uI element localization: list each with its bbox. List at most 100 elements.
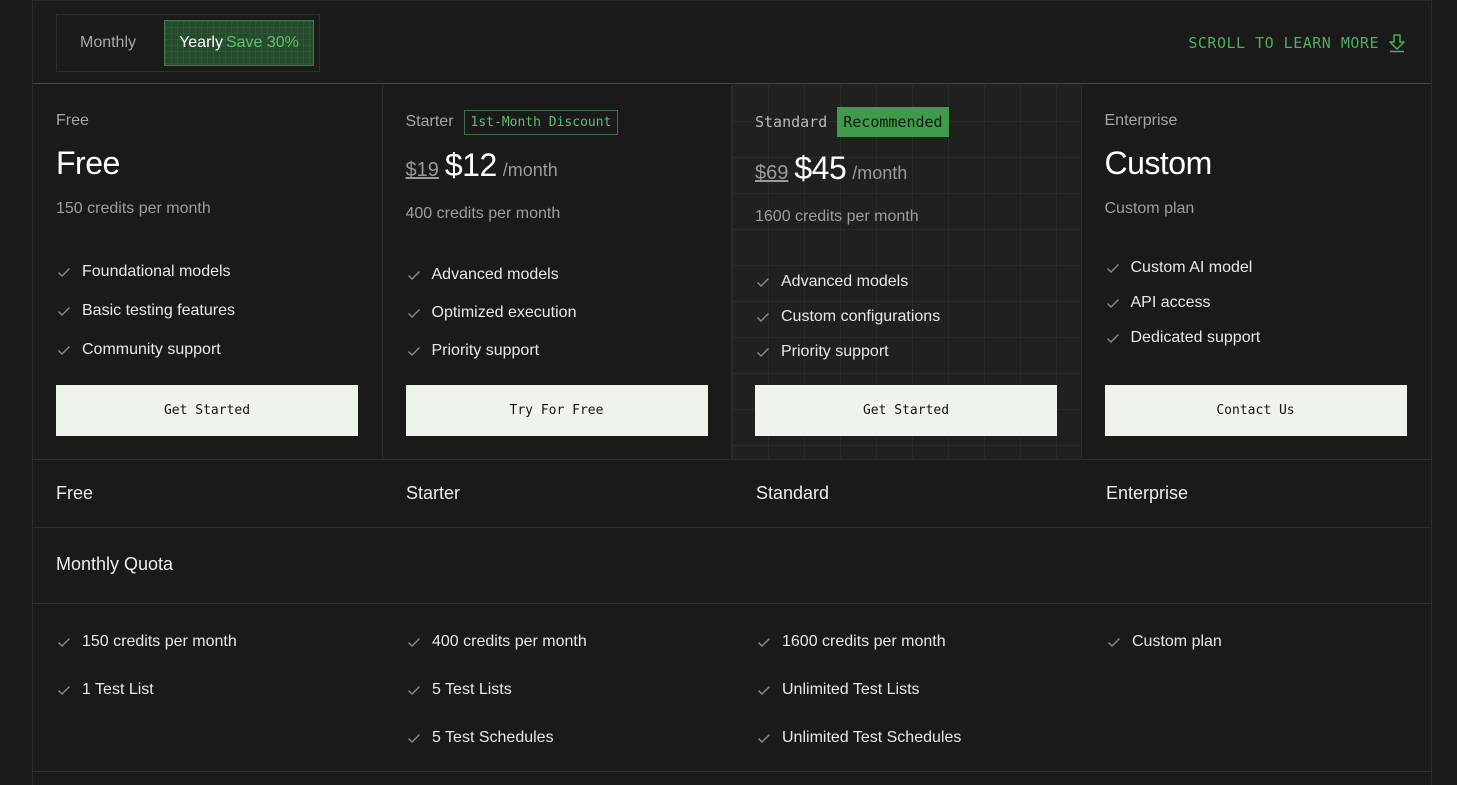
old-price: $69 — [755, 162, 789, 184]
plan-price: $69 $45 /month — [755, 150, 907, 187]
plan-tier-label: Standard — [755, 113, 828, 131]
check-icon — [1106, 298, 1119, 308]
monthly-quota-details: 150 credits per month 1 Test List 400 cr… — [33, 604, 1431, 772]
discount-badge: 1st-Month Discount — [463, 109, 619, 135]
check-icon — [58, 306, 70, 316]
check-icon — [408, 734, 420, 743]
plan-card-free: Free Free 150 credits per month Foundati… — [33, 85, 383, 459]
pricing-frame: Monthly Yearly Save 30% SCROLL TO LEARN M… — [32, 0, 1432, 785]
quota-list-standard: 1600 credits per month Unlimited Test Li… — [756, 622, 961, 766]
yearly-label: Yearly — [179, 34, 223, 51]
check-icon — [58, 638, 70, 647]
feature-item: Dedicated support — [1105, 320, 1261, 355]
feature-label: Priority support — [781, 342, 889, 360]
list-item-label: 5 Test Lists — [432, 681, 512, 698]
arrow-down-icon — [1389, 34, 1405, 53]
scroll-hint-label: SCROLL TO LEARN MORE — [1188, 34, 1379, 52]
feature-label: Foundational models — [82, 263, 231, 280]
list-item: Unlimited Test Schedules — [756, 710, 961, 766]
feature-item: Custom configurations — [755, 299, 940, 334]
list-item-label: 400 credits per month — [432, 633, 587, 650]
feature-label: Advanced models — [781, 272, 909, 290]
try-for-free-button[interactable]: Try For Free — [405, 385, 708, 436]
price-value: Custom — [1104, 145, 1213, 181]
check-icon — [407, 271, 420, 280]
yearly-save-label: Save 30% — [225, 34, 299, 51]
feature-list: Advanced models Optimized execution Prio… — [406, 256, 577, 370]
check-icon — [58, 686, 70, 695]
feature-item: Advanced models — [755, 264, 940, 299]
feature-label: Priority support — [431, 342, 540, 359]
check-icon — [407, 309, 420, 318]
price-value: $12 — [444, 147, 497, 183]
feature-label: Advanced models — [431, 266, 559, 283]
plan-price: Custom — [1104, 145, 1213, 182]
plan-tier-label: Free — [56, 112, 89, 129]
plan-cards: Free Free 150 credits per month Foundati… — [33, 85, 1431, 460]
comparison-column-starter: Starter — [406, 483, 461, 503]
quota-list-enterprise: Custom plan — [1106, 622, 1222, 670]
monthly-quota-section: Monthly Quota — [33, 528, 1431, 604]
feature-list: Advanced models Custom configurations Pr… — [755, 264, 940, 369]
list-item: 5 Test Schedules — [406, 710, 587, 766]
check-icon — [757, 277, 769, 287]
check-icon — [408, 686, 420, 695]
feature-label: Community support — [82, 340, 221, 358]
check-icon — [1106, 333, 1119, 343]
list-item-label: 1 Test List — [82, 681, 154, 698]
list-item-label: 150 credits per month — [82, 633, 237, 650]
yearly-toggle-button[interactable]: Yearly Save 30% — [164, 20, 314, 66]
price-period: /month — [502, 160, 558, 180]
list-item-label: Unlimited Test Schedules — [782, 729, 962, 746]
plan-card-enterprise: Enterprise Custom Custom plan Custom AI … — [1082, 85, 1432, 459]
list-item: 1 Test List — [56, 662, 237, 718]
check-icon — [757, 312, 769, 322]
feature-item: Advanced models — [406, 256, 577, 294]
section-title: Monthly Quota — [56, 554, 174, 574]
recommended-badge: Recommended — [837, 107, 949, 137]
monthly-toggle-button[interactable]: Monthly — [58, 20, 158, 66]
check-icon — [758, 686, 770, 695]
plan-tier-label: Starter — [405, 113, 454, 130]
comparison-header-row: Free Starter Standard Enterprise — [33, 460, 1431, 528]
feature-item: Priority support — [406, 332, 577, 370]
plan-credits: 150 credits per month — [56, 200, 211, 217]
contact-us-button[interactable]: Contact Us — [1104, 385, 1407, 436]
get-started-button[interactable]: Get Started — [56, 385, 358, 436]
check-icon — [58, 345, 70, 355]
check-icon — [757, 347, 769, 357]
plan-credits: 400 credits per month — [405, 205, 561, 222]
feature-label: Custom configurations — [781, 307, 941, 325]
feature-label: Custom AI model — [1130, 259, 1253, 276]
get-started-button[interactable]: Get Started — [755, 385, 1057, 436]
check-icon — [758, 734, 770, 743]
check-icon — [758, 638, 770, 647]
list-item-label: Unlimited Test Lists — [782, 681, 920, 698]
plan-tier: Free — [56, 107, 89, 135]
comparison-column-enterprise: Enterprise — [1106, 483, 1189, 503]
scroll-to-learn-more-link[interactable]: SCROLL TO LEARN MORE — [1188, 33, 1407, 53]
feature-label: Dedicated support — [1130, 328, 1261, 346]
list-item-label: Custom plan — [1132, 633, 1222, 650]
check-icon — [1108, 638, 1120, 647]
price-value: $45 — [794, 150, 847, 186]
feature-item: Priority support — [755, 334, 940, 369]
quota-list-free: 150 credits per month 1 Test List — [56, 622, 237, 718]
feature-label: API access — [1130, 293, 1211, 311]
feature-label: Optimized execution — [431, 304, 577, 321]
old-price: $19 — [405, 159, 439, 181]
feature-item: Foundational models — [56, 253, 235, 291]
plan-price: Free — [56, 145, 120, 182]
billing-toggle: Monthly Yearly Save 30% — [56, 14, 320, 72]
feature-item: Custom AI model — [1105, 251, 1261, 285]
pricing-header: Monthly Yearly Save 30% SCROLL TO LEARN M… — [33, 0, 1431, 84]
plan-tier: Enterprise — [1105, 107, 1178, 135]
plan-tier-label: Enterprise — [1104, 112, 1178, 129]
plan-credits: 1600 credits per month — [755, 208, 919, 225]
feature-label: Basic testing features — [82, 301, 235, 319]
list-item-label: 5 Test Schedules — [432, 729, 554, 746]
check-icon — [1106, 264, 1119, 273]
check-icon — [408, 638, 420, 647]
list-item: Custom plan — [1106, 614, 1222, 670]
feature-item: API access — [1105, 285, 1261, 320]
